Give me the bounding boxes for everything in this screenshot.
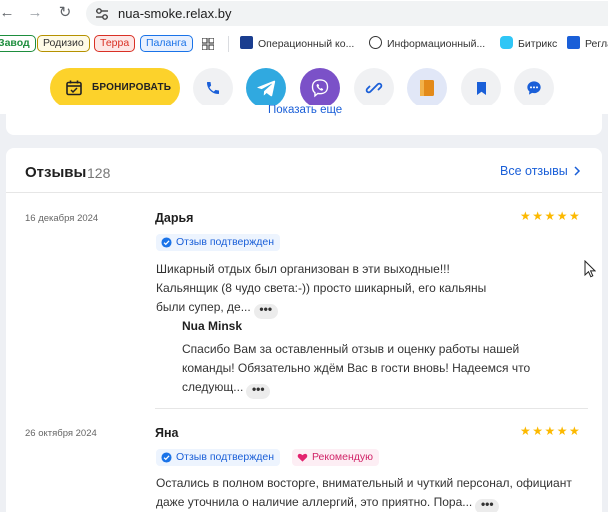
back-icon[interactable]: ← <box>0 2 18 24</box>
bookmarks-divider <box>228 36 229 52</box>
review-text: Шикарный отдых был организован в эти вых… <box>156 260 506 319</box>
bookmark-chip[interactable]: Терра <box>94 35 136 52</box>
verified-label: Отзыв подтвержден <box>176 236 274 248</box>
chevron-right-icon[interactable] <box>573 166 581 176</box>
apps-grid-icon[interactable] <box>202 38 214 50</box>
calendar-icon <box>66 80 82 96</box>
expand-reply-button[interactable]: ••• <box>246 383 271 399</box>
reviews-title: Отзывы <box>25 164 87 181</box>
browser-chrome: ← → ↻ nua-smoke.relax.by Завод Родизио Т… <box>0 0 608 61</box>
bookmark-label: Операционный ко... <box>258 38 355 50</box>
book-button[interactable]: БРОНИРОВАТЬ <box>50 68 180 108</box>
review-text-content: Остались в полном восторге, внимательный… <box>156 476 572 509</box>
bookmark-item[interactable]: Операционный ко... <box>240 36 354 52</box>
bookmark-chip[interactable]: Завод <box>0 35 36 52</box>
bookmark-label: Регла <box>585 38 608 50</box>
bookmark-item[interactable]: Информационный... <box>369 36 485 52</box>
bookmark-item[interactable]: Битрикс <box>500 36 557 52</box>
show-more-link[interactable]: Показать еще <box>268 105 342 116</box>
expand-review-button[interactable]: ••• <box>475 498 500 512</box>
viber-icon <box>311 79 329 98</box>
expand-review-button[interactable]: ••• <box>253 303 278 319</box>
review-author: Яна <box>155 426 179 440</box>
review-text-content: Шикарный отдых был организован в эти вых… <box>156 262 487 314</box>
review-date: 26 октября 2024 <box>25 428 97 439</box>
certificate-button[interactable] <box>407 68 447 108</box>
review-author: Дарья <box>155 211 194 225</box>
viber-button[interactable] <box>300 68 340 108</box>
bookmark-label: Битрикс <box>518 38 558 50</box>
reply-author: Nua Minsk <box>182 319 243 333</box>
verified-check-icon <box>161 237 172 248</box>
divider <box>155 408 588 409</box>
verified-check-icon <box>161 452 172 463</box>
telegram-icon <box>257 80 276 97</box>
link-icon <box>365 82 383 94</box>
bookmark-favicon <box>369 36 382 49</box>
chat-button[interactable] <box>514 68 554 108</box>
share-link-button[interactable] <box>354 68 394 108</box>
bookmark-favicon <box>567 36 580 49</box>
bookmark-item[interactable]: Регла <box>567 36 608 52</box>
rating-stars: ★★★★★ <box>520 424 582 438</box>
url-text: nua-smoke.relax.by <box>118 6 232 21</box>
reload-icon[interactable]: ↻ <box>54 2 76 24</box>
bookmark-label: Информационный... <box>387 38 486 50</box>
bookmark-favicon <box>500 36 513 49</box>
review-date: 16 декабря 2024 <box>25 213 99 224</box>
bookmark-favicon <box>240 36 253 49</box>
book-button-label: БРОНИРОВАТЬ <box>92 82 172 93</box>
all-reviews-link[interactable]: Все отзывы <box>500 164 568 178</box>
phone-button[interactable] <box>193 68 233 108</box>
mouse-cursor-icon <box>584 260 596 278</box>
bookmark-button[interactable] <box>461 68 501 108</box>
bookmarks-bar: Завод Родизио Терра Паланга Операционный… <box>0 30 608 57</box>
verified-badge: Отзыв подтвержден <box>156 449 280 466</box>
reply-text: Спасибо Вам за оставленный отзыв и оценк… <box>182 340 562 399</box>
chat-icon <box>527 81 541 95</box>
telegram-button[interactable] <box>246 68 286 108</box>
gift-card-icon <box>420 80 434 96</box>
review-text: Остались в полном восторге, внимательный… <box>156 474 596 512</box>
reviews-count: 128 <box>87 165 111 181</box>
phone-icon <box>207 82 219 94</box>
divider <box>6 192 602 193</box>
heart-icon <box>297 453 308 462</box>
recommend-label: Рекомендую <box>312 451 374 463</box>
bookmark-chip[interactable]: Родизио <box>37 35 90 52</box>
rating-stars: ★★★★★ <box>520 209 582 223</box>
reply-text-content: Спасибо Вам за оставленный отзыв и оценк… <box>182 342 531 394</box>
verified-badge: Отзыв подтвержден <box>156 234 280 251</box>
forward-icon[interactable]: → <box>24 2 46 24</box>
previous-section-card: Показать еще <box>6 105 602 135</box>
address-bar-row: ← → ↻ nua-smoke.relax.by <box>0 0 608 27</box>
reviews-card: Отзывы 128 Все отзывы 16 декабря 2024 Да… <box>6 148 602 512</box>
address-field[interactable]: nua-smoke.relax.by <box>86 1 608 26</box>
bookmark-icon <box>476 81 486 95</box>
verified-label: Отзыв подтвержден <box>176 451 274 463</box>
recommend-badge: Рекомендую <box>292 449 380 466</box>
site-settings-icon[interactable] <box>94 6 110 22</box>
bookmark-chip[interactable]: Паланга <box>140 35 193 52</box>
